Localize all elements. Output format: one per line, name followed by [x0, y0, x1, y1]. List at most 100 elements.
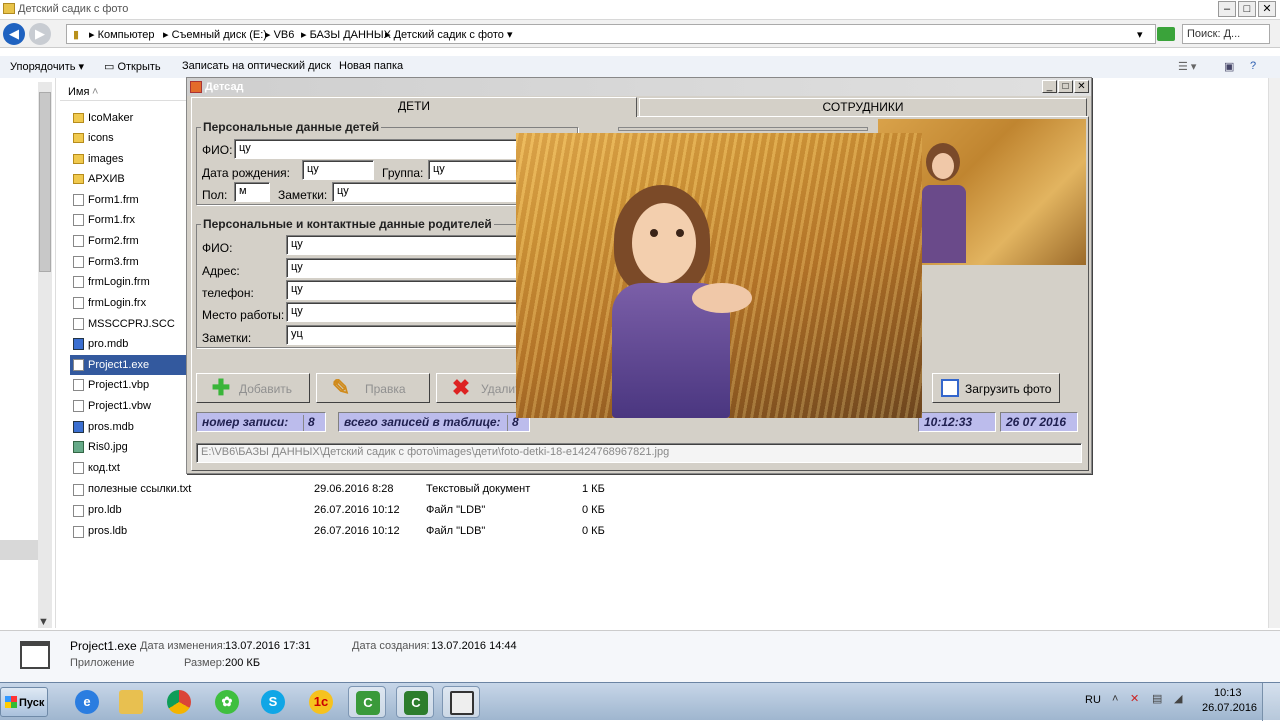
forward-arrow-icon[interactable]: ▶ [29, 23, 51, 45]
close-icon[interactable]: ✕ [1074, 80, 1089, 93]
new-folder-button[interactable]: Новая папка [339, 60, 403, 72]
delete-x-icon: ✖ [451, 375, 471, 400]
language-indicator[interactable]: RU [1085, 694, 1101, 706]
file-icon [73, 214, 84, 226]
load-photo-button[interactable]: Загрузить фото [932, 373, 1060, 403]
tray-date[interactable]: 26.07.2016 [1202, 702, 1257, 714]
exe-icon [73, 359, 84, 371]
folder-icon [73, 133, 84, 143]
parent-phone-label: телефон: [202, 286, 254, 300]
taskbar-camtasia[interactable]: C [348, 686, 386, 718]
edit-button[interactable]: ✎ Правка [316, 373, 430, 403]
address-dropdown-icon[interactable]: ▾ [1137, 28, 1143, 41]
parent-address-label: Адрес: [202, 264, 240, 278]
photo-load-icon [941, 379, 959, 397]
breadcrumb-current[interactable]: ▸ Детский садик с фото ▾ [385, 28, 513, 41]
taskbar-1c[interactable]: 1c [302, 686, 340, 718]
breadcrumb-drive[interactable]: ▸ Съемный диск (E:) [163, 28, 267, 41]
list-item[interactable]: IcoMaker [70, 108, 186, 128]
list-item[interactable]: pros.mdb [70, 417, 186, 437]
file-icon [73, 318, 84, 330]
kid-group-label: Группа: [382, 166, 424, 180]
list-item[interactable]: pro.mdb [70, 334, 186, 354]
taskbar-vb-app[interactable] [442, 686, 480, 718]
plus-icon: ✚ [211, 375, 231, 400]
list-item[interactable]: icons [70, 128, 186, 148]
kid-dob-field[interactable]: цу [302, 160, 374, 180]
help-icon[interactable]: ? [1250, 60, 1256, 72]
camtasia-icon: C [356, 691, 380, 715]
taskbar-chrome[interactable] [160, 686, 198, 718]
view-options-icon[interactable]: ☰ ▾ [1178, 60, 1196, 73]
refresh-icon[interactable] [1157, 27, 1175, 41]
back-arrow-icon[interactable]: ◀ [3, 23, 25, 45]
burn-button[interactable]: Записать на оптический диск [182, 60, 331, 72]
start-button[interactable]: Пуск [0, 687, 48, 717]
add-button[interactable]: ✚ Добавить [196, 373, 310, 403]
signal-icon[interactable]: ◢ [1174, 692, 1182, 705]
column-header-name[interactable]: Имя ˄ [60, 83, 190, 101]
address-bar[interactable]: ▮ ▸ Компьютер ▸ Съемный диск (E:) ▸ VB6 … [66, 24, 1156, 44]
list-item[interactable]: MSSCCPRJ.SCC [70, 314, 186, 334]
table-row[interactable]: pros.ldb 26.07.2016 10:12 Файл "LDB" 0 К… [70, 525, 630, 541]
search-input[interactable]: Поиск: Д... [1182, 24, 1270, 44]
preview-pane-icon[interactable]: ▣ [1224, 60, 1234, 73]
taskbar-camtasia-recorder[interactable]: C [396, 686, 434, 718]
list-item-selected[interactable]: Project1.exe [70, 355, 186, 375]
explorer-title-bar: Детский садик с фото – □ ✕ [0, 0, 1280, 20]
list-item[interactable]: Form1.frx [70, 210, 186, 230]
table-row[interactable]: pro.ldb 26.07.2016 10:12 Файл "LDB" 0 КБ [70, 504, 630, 520]
list-item[interactable]: АРХИВ [70, 169, 186, 189]
kid-sex-field[interactable]: м [234, 182, 270, 202]
clock-box: 10:12:33 [918, 412, 996, 432]
nav-scrollbar[interactable] [38, 82, 52, 628]
taskbar-ie[interactable]: e [68, 686, 106, 718]
tray-chevron-icon[interactable]: ˄ [1112, 693, 1118, 705]
list-item[interactable]: код.txt [70, 458, 186, 478]
file-list-scrollbar[interactable] [1268, 78, 1280, 628]
breadcrumb-databases[interactable]: ▸ БАЗЫ ДАННЫХ [301, 28, 391, 41]
file-icon [73, 276, 84, 288]
open-button[interactable]: ▭ Открыть [104, 60, 161, 73]
pencil-icon: ✎ [331, 375, 351, 400]
close-icon[interactable]: ✕ [1258, 1, 1276, 17]
staff-divider [618, 127, 868, 131]
maximize-icon[interactable]: □ [1058, 80, 1073, 93]
tray-time[interactable]: 10:13 [1214, 687, 1242, 699]
minimize-icon[interactable]: _ [1042, 80, 1057, 93]
list-item[interactable]: Form3.frm [70, 252, 186, 272]
taskbar-skype[interactable]: S [254, 686, 292, 718]
list-item[interactable]: Form2.frm [70, 231, 186, 251]
organize-button[interactable]: Упорядочить ▾ [10, 60, 84, 73]
kid-photo-large [516, 133, 922, 418]
list-item[interactable]: frmLogin.frx [70, 293, 186, 313]
table-row[interactable]: полезные ссылки.txt 29.06.2016 8:28 Текс… [70, 483, 630, 499]
taskbar-icq[interactable]: ✿ [208, 686, 246, 718]
tab-staff[interactable]: СОТРУДНИКИ [639, 98, 1087, 116]
list-item[interactable]: Project1.vbw [70, 396, 186, 416]
network-warning-icon[interactable]: ✕ [1130, 692, 1139, 705]
breadcrumb-vb6[interactable]: ▸ VB6 [265, 28, 294, 41]
app-icon [190, 81, 202, 93]
file-icon [73, 484, 84, 496]
taskbar-explorer[interactable] [112, 686, 150, 718]
breadcrumb-computer[interactable]: ▸ Компьютер [89, 28, 155, 41]
power-icon[interactable]: ▤ [1152, 692, 1162, 705]
list-item[interactable]: Form1.frm [70, 190, 186, 210]
list-item[interactable]: Ris0.jpg [70, 437, 186, 457]
file-icon [73, 505, 84, 517]
list-item[interactable]: Project1.vbp [70, 375, 186, 395]
maximize-icon[interactable]: □ [1238, 1, 1256, 17]
minimize-icon[interactable]: – [1218, 1, 1236, 17]
scroll-down-icon[interactable]: ▼ [38, 616, 49, 628]
internet-explorer-icon: e [75, 690, 99, 714]
exe-icon [20, 641, 50, 669]
tab-kids[interactable]: ДЕТИ [191, 97, 637, 117]
show-desktop-button[interactable] [1262, 683, 1280, 721]
parent-notes-label: Заметки: [202, 331, 252, 345]
command-toolbar: Упорядочить ▾ ▭ Открыть Записать на опти… [0, 56, 1280, 78]
list-item[interactable]: frmLogin.frm [70, 272, 186, 292]
photo-path-field[interactable]: E:\VB6\БАЗЫ ДАННЫХ\Детский садик с фото\… [196, 443, 1082, 463]
database-icon [73, 338, 84, 350]
list-item[interactable]: images [70, 149, 186, 169]
